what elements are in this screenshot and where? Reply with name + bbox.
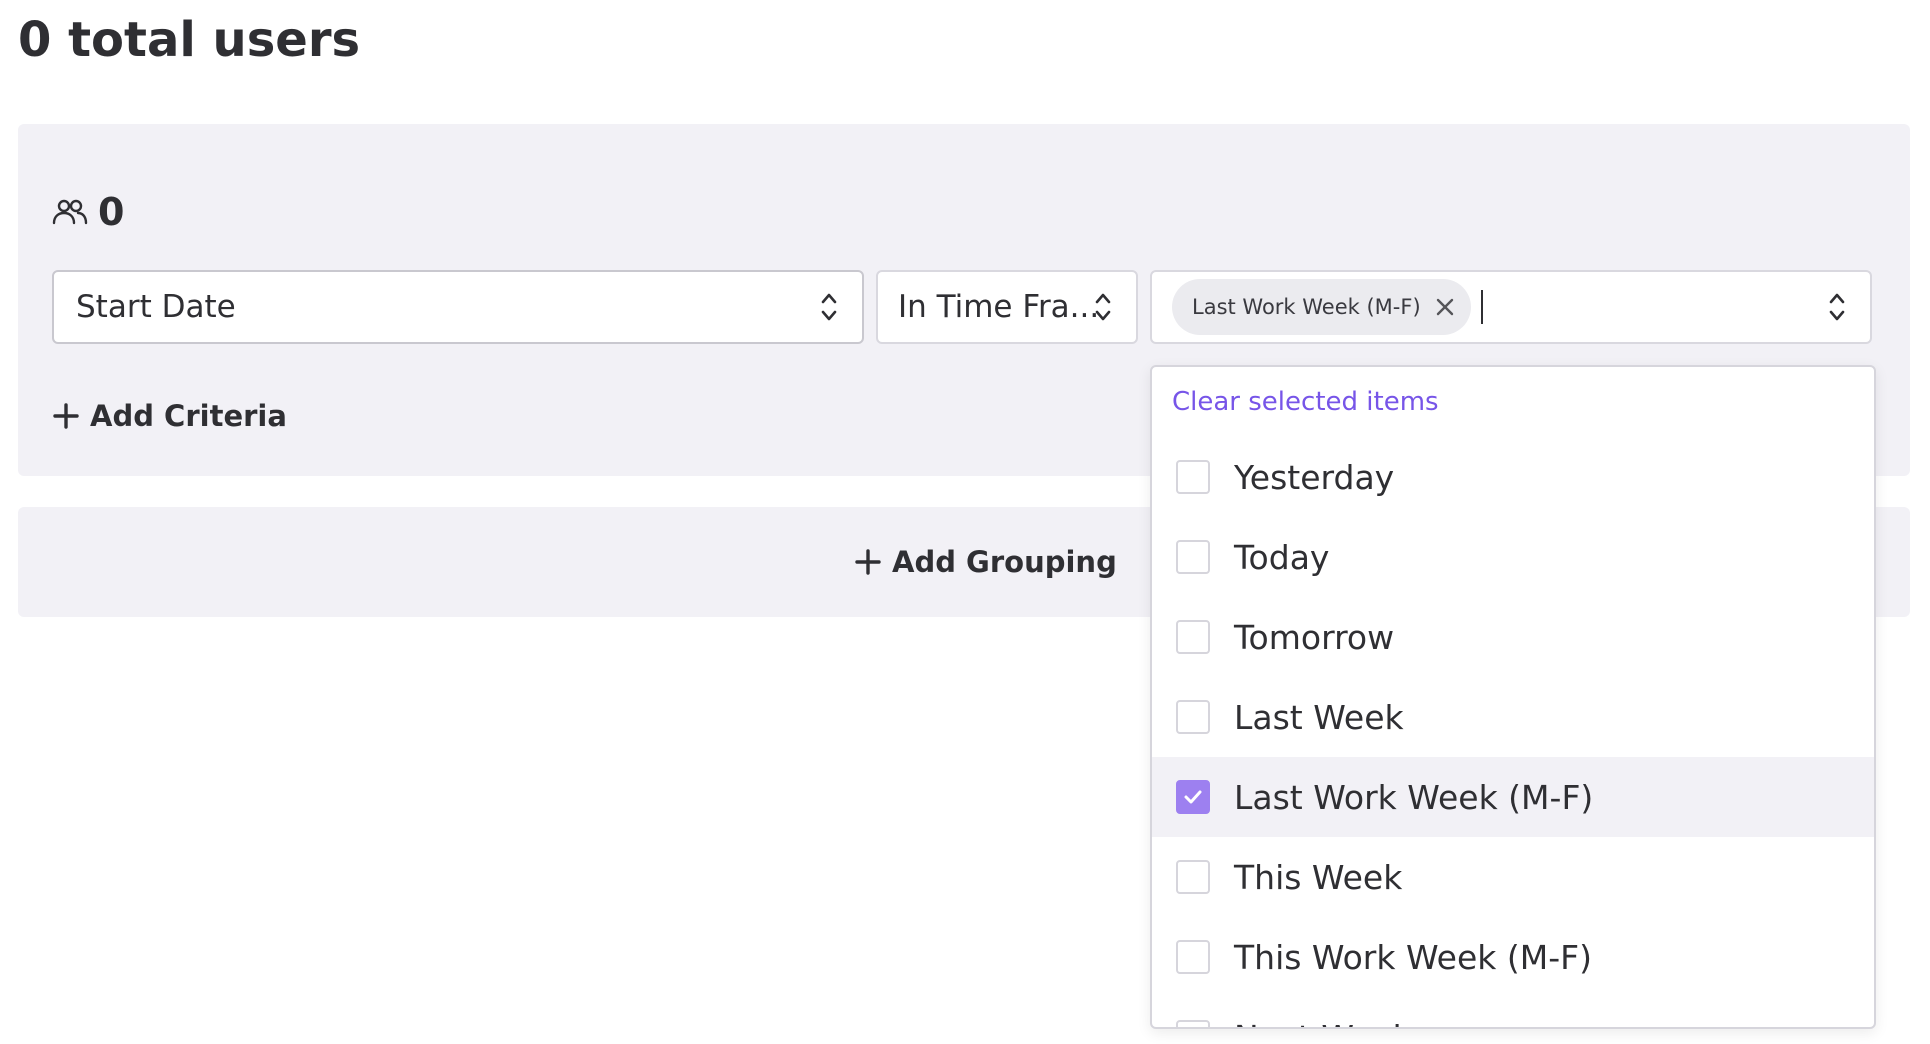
clear-selected-link[interactable]: Clear selected items: [1172, 377, 1439, 427]
option-label: Yesterday: [1234, 457, 1395, 497]
users-icon: [52, 199, 88, 225]
operator-select[interactable]: In Time Fra...: [876, 270, 1138, 344]
option-item[interactable]: Yesterday: [1152, 437, 1874, 517]
chevron-up-down-icon: [821, 293, 837, 321]
option-checkbox[interactable]: [1176, 460, 1210, 494]
option-item[interactable]: This Work Week (M-F): [1152, 917, 1874, 997]
add-grouping-button[interactable]: Add Grouping: [854, 540, 1117, 584]
add-criteria-button[interactable]: Add Criteria: [52, 394, 287, 438]
selected-tag-label: Last Work Week (M-F): [1192, 295, 1421, 319]
text-caret: [1480, 290, 1483, 324]
option-checkbox[interactable]: [1176, 700, 1210, 734]
option-label: This Week: [1234, 857, 1403, 897]
option-checkbox[interactable]: [1176, 780, 1210, 814]
chevron-up-down-icon: [1829, 293, 1845, 321]
page-title: 0 total users: [18, 12, 361, 68]
selected-tag: Last Work Week (M-F): [1172, 279, 1471, 335]
option-item[interactable]: Next Week: [1152, 997, 1874, 1028]
add-grouping-label: Add Grouping: [892, 545, 1117, 579]
value-multiselect[interactable]: Last Work Week (M-F): [1150, 270, 1872, 344]
plus-icon: [855, 549, 881, 575]
page: 0 total users 0 Start Date In Time Fra..…: [0, 0, 1930, 1044]
option-item[interactable]: Today: [1152, 517, 1874, 597]
option-label: Last Work Week (M-F): [1234, 777, 1594, 817]
timeframe-dropdown: Clear selected items Yesterday Today Tomor…: [1150, 365, 1876, 1029]
option-item[interactable]: Last Work Week (M-F): [1152, 757, 1874, 837]
option-label: Next Week: [1234, 1018, 1412, 1028]
plus-icon: [53, 403, 79, 429]
option-label: Today: [1234, 537, 1330, 577]
chevron-up-down-icon: [1095, 293, 1111, 321]
option-checkbox[interactable]: [1176, 540, 1210, 574]
option-checkbox[interactable]: [1176, 860, 1210, 894]
option-checkbox[interactable]: [1176, 620, 1210, 654]
option-label: Last Week: [1234, 697, 1404, 737]
option-checkbox[interactable]: [1176, 940, 1210, 974]
field-select-value: Start Date: [76, 289, 236, 325]
add-criteria-label: Add Criteria: [90, 399, 287, 433]
user-count: 0: [52, 190, 124, 234]
option-item[interactable]: This Week: [1152, 837, 1874, 917]
option-item[interactable]: Tomorrow: [1152, 597, 1874, 677]
options-list: Yesterday Today Tomorrow Last Week Last Work…: [1152, 437, 1874, 1028]
close-icon[interactable]: [1435, 297, 1455, 317]
option-label: Tomorrow: [1234, 617, 1395, 657]
option-checkbox[interactable]: [1176, 1020, 1210, 1027]
option-label: This Work Week (M-F): [1234, 937, 1592, 977]
checkmark-icon: [1184, 790, 1202, 804]
field-select[interactable]: Start Date: [52, 270, 864, 344]
option-item[interactable]: Last Week: [1152, 677, 1874, 757]
user-count-value: 0: [98, 190, 125, 234]
